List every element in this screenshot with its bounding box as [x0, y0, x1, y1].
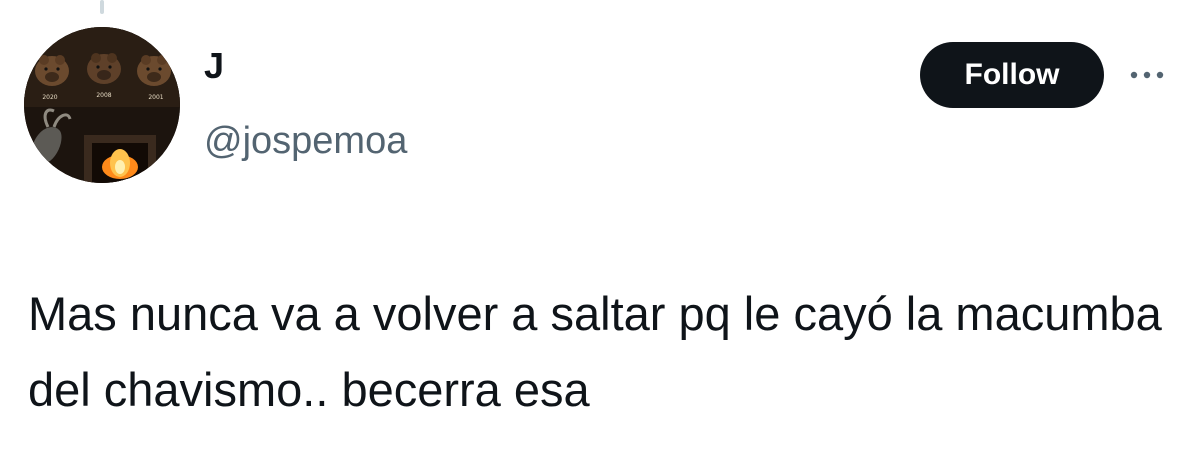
bear-head-icon: [137, 55, 171, 86]
tweet-text: Mas nunca va a volver a saltar pq le cay…: [28, 287, 1162, 416]
avatar-plaque-3: 2001: [148, 94, 163, 101]
fireplace-icon: [84, 135, 156, 183]
user-handle[interactable]: @jospemoa: [204, 118, 407, 164]
more-horizontal-icon: [1130, 71, 1164, 79]
avatar-plaque-1: 2020: [42, 94, 57, 101]
bear-head-icon: [35, 55, 69, 86]
follow-button[interactable]: Follow: [920, 42, 1104, 108]
avatar-plaque-2: 2008: [96, 92, 111, 99]
more-options-button[interactable]: [1126, 60, 1170, 90]
avatar-image: 2020 2008 2001: [24, 27, 180, 183]
display-name[interactable]: J: [204, 46, 224, 86]
thread-connector-line: [100, 0, 104, 14]
avatar[interactable]: 2020 2008 2001: [24, 27, 180, 183]
bear-head-icon: [87, 53, 121, 84]
